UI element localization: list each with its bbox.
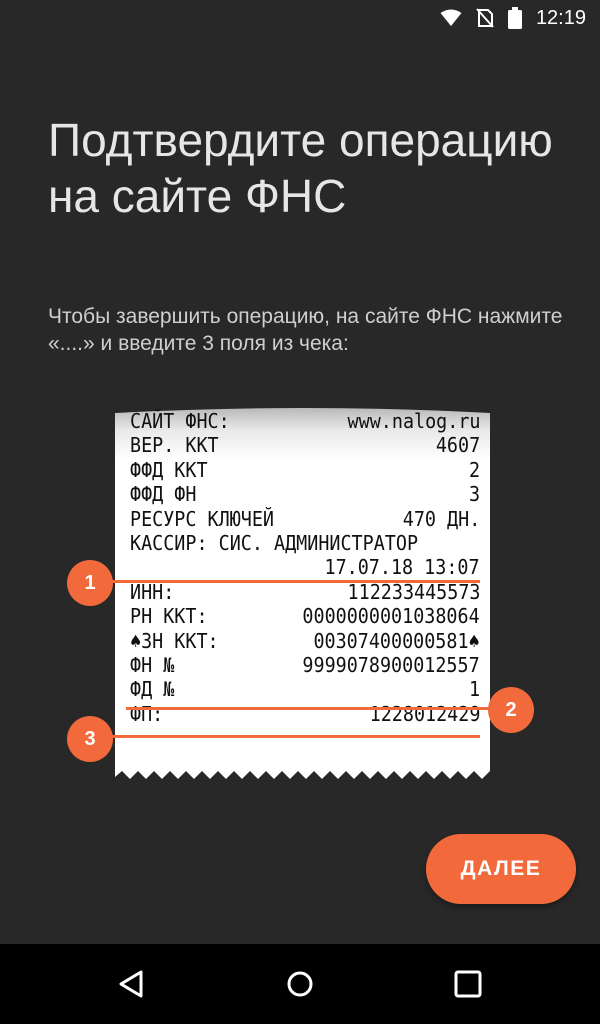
- receipt-line-fp: ФП: 1228012429: [130, 701, 480, 726]
- receipt-illustration: САЙТ ФНС: www.nalog.ru ВЕР. ККТ 4607 ФФД…: [60, 405, 550, 795]
- no-sim-icon: [476, 8, 494, 28]
- receipt-line: РЕСУРС КЛЮЧЕЙ 470 ДН.: [130, 506, 480, 531]
- highlight-line-3: [112, 735, 480, 738]
- page-title: Подтвердите операцию на сайте ФНС: [48, 114, 553, 222]
- status-bar: 12:19: [0, 0, 600, 36]
- home-icon[interactable]: [280, 964, 320, 1004]
- status-time: 12:19: [535, 6, 586, 29]
- battery-icon: [507, 7, 522, 29]
- receipt-text: САЙТ ФНС: www.nalog.ru ВЕР. ККТ 4607 ФФД…: [130, 409, 480, 726]
- marker-2: 2: [488, 687, 534, 733]
- wifi-icon: [440, 9, 462, 26]
- highlight-line-1: [112, 580, 480, 583]
- back-icon[interactable]: [112, 964, 152, 1004]
- next-button[interactable]: ДАЛЕЕ: [426, 834, 576, 904]
- navigation-bar: [0, 944, 600, 1024]
- marker-1: 1: [67, 560, 113, 606]
- page-subtitle: Чтобы завершить операцию, на сайте ФНС н…: [48, 305, 563, 355]
- receipt-line: РН ККТ: 0000000001038064: [130, 604, 480, 629]
- receipt-line: ФН № 9999078900012557: [130, 652, 480, 677]
- receipt-line: САЙТ ФНС: www.nalog.ru: [130, 409, 480, 433]
- receipt-line: ♠ЗН ККТ: 00307400000581♠: [130, 628, 480, 653]
- recents-icon[interactable]: [448, 964, 488, 1004]
- receipt-line: ИНН: 112233445573: [130, 579, 480, 604]
- receipt-line: КАССИР: СИС. АДМИНИСТРАТОР: [130, 530, 419, 555]
- receipt-line: ФФД ККТ 2: [130, 457, 480, 482]
- receipt-line: ВЕР. ККТ 4607: [130, 433, 480, 458]
- marker-3: 3: [67, 716, 113, 762]
- receipt-line: ФФД ФН 3: [130, 482, 480, 507]
- highlight-line-2: [126, 707, 490, 710]
- receipt-line-date: 17.07.18 13:07: [324, 555, 480, 580]
- receipt-line-fd: ФД № 1: [130, 677, 480, 702]
